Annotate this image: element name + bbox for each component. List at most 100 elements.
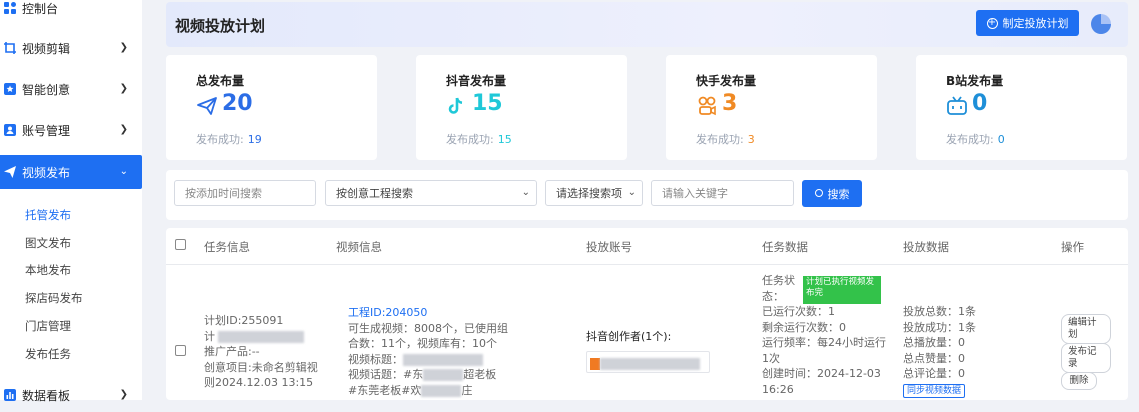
chevron-down-icon: ⌄ [627,187,636,198]
plan-name-prefix: 计 [204,329,215,343]
run-frequency-cont: 1次 [762,351,780,365]
video-topic-label: 视频话题：#东 [348,368,424,381]
stat-card-bilibili: B站发布量 0 发布成功: 0 [916,55,1127,160]
redacted-text [218,330,304,343]
sidebar-item-label: 智能创意 [22,82,71,97]
sidebar-item-label: 数据看板 [22,388,71,403]
sidebar: 控制台 视频剪辑 ❯ 智能创意 ❯ 账号管理 ❯ 视频发布 ⌄ 托管发布 图文发… [0,0,142,403]
account-chip[interactable] [586,350,710,373]
sync-video-data-button[interactable]: 同步视频数据 [903,383,966,398]
plus-circle-icon: + [986,16,998,29]
header-divider [166,264,1128,265]
created-time: 16:26 [762,382,794,396]
time-search-placeholder: 按添加时间搜索 [185,187,262,200]
video-lib-info: 合数：11个，视频库有：10个 [348,337,497,350]
sidebar-item-video-edit[interactable]: 视频剪辑 ❯ [0,31,142,65]
column-header: 投放账号 [586,240,632,254]
project-select-value: 按创意工程搜索 [336,187,413,200]
page-header: 视频投放计划 + 制定投放计划 [166,2,1128,47]
pie-chart-icon[interactable] [1091,14,1111,34]
redacted-text [403,353,483,366]
sidebar-sub-item-local-publish[interactable]: 本地发布 [25,262,71,278]
task-date: 则2024.12.03 13:15 [204,376,314,389]
kuaishou-icon [698,96,716,116]
chevron-right-icon: ❯ [119,42,128,53]
creative-icon [4,83,16,95]
delivery-success: 投放成功：1条 [903,320,976,334]
search-button[interactable]: 搜索 [802,180,862,207]
status-label-line: 任务状 [762,274,795,287]
stat-success: 发布成功: 19 [196,131,262,147]
sidebar-item-dashboard[interactable]: 数据看板 ❯ [0,378,142,412]
project-id-link[interactable]: 204050 [385,306,427,319]
stat-value: 15 [472,91,503,116]
creative-project: 创意项目:未命名剪辑视 [204,360,318,374]
video-topic-part: #东莞老板#欢 [348,383,422,397]
send-icon [4,166,16,178]
video-title: 视频标题： [348,352,513,368]
sidebar-item-video-publish[interactable]: 视频发布 ⌄ [0,155,142,189]
sidebar-sub-item-publish-tasks[interactable]: 发布任务 [25,346,71,362]
row-checkbox[interactable] [175,345,186,356]
total-comments: 总评论量：0 [903,367,965,380]
stat-success-label: 发布成功: [196,133,244,146]
grid-icon [4,2,16,14]
video-topic-tail: 超老板 [463,368,497,381]
column-header: 任务信息 [204,240,250,254]
stat-success-label: 发布成功: [946,133,994,146]
time-search-input[interactable]: 按添加时间搜索 [174,180,316,206]
sidebar-item-smart-creative[interactable]: 智能创意 ❯ [0,72,142,106]
task-status-label: 任务状 态： [762,273,795,304]
project-select[interactable]: 按创意工程搜索 ⌄ [325,180,537,206]
stat-success: 发布成功: 15 [446,131,512,147]
publish-records-button[interactable]: 发布记录 [1061,343,1111,373]
sidebar-item-console[interactable]: 控制台 [0,0,142,25]
stat-success-label: 发布成功: [446,133,494,146]
sidebar-sub-item-store-management[interactable]: 门店管理 [25,318,71,334]
redacted-text [423,369,464,381]
filter-bar: 按添加时间搜索 按创意工程搜索 ⌄ 请选择搜索项 ⌄ 请输入关键字 搜索 [166,170,1128,220]
sidebar-item-accounts[interactable]: 账号管理 ❯ [0,113,142,147]
create-plan-label: 制定投放计划 [1002,17,1069,30]
chevron-right-icon: ❯ [119,124,128,135]
avatar [590,357,600,370]
delete-button[interactable]: 删除 [1061,372,1097,390]
create-plan-button[interactable]: + 制定投放计划 [976,10,1079,36]
stat-value: 3 [722,91,738,116]
delivery-total: 投放总数：1条 [903,305,976,318]
column-header: 视频信息 [336,240,382,254]
stat-success-label: 发布成功: [696,133,744,146]
stat-value: 20 [222,91,253,116]
sidebar-sub-item-image-publish[interactable]: 图文发布 [25,235,71,251]
sidebar-sub-item-store-code-publish[interactable]: 探店码发布 [25,290,83,306]
user-card-icon [4,124,16,136]
stat-success: 发布成功: 3 [696,131,755,147]
keyword-placeholder: 请输入关键字 [662,187,728,200]
stat-card-kuaishou: 快手发布量 3 发布成功: 3 [666,55,877,160]
select-all-checkbox[interactable] [175,239,186,250]
column-header: 操作 [1061,240,1084,254]
stat-success: 发布成功: 0 [946,131,1005,147]
keyword-input[interactable]: 请输入关键字 [651,180,794,206]
column-header: 投放数据 [903,240,949,254]
sidebar-sub-item-managed-publish[interactable]: 托管发布 [25,207,71,223]
search-type-select[interactable]: 请选择搜索项 ⌄ [545,180,643,206]
plan-id: 计划ID:255091 [204,314,284,327]
project-id: 工程ID:204050 [348,305,513,321]
sidebar-item-label: 控制台 [22,1,59,16]
delivery-data-cell: 投放总数：1条 投放成功：1条 总播放量：0 总点赞量：0 总评论量：0 同步视… [903,304,1013,398]
search-button-label: 搜索 [827,187,850,201]
task-info-cell: 计划ID:255091 计 推广产品:-- 创意项目:未命名剪辑视 则2024.… [204,313,324,391]
stat-title: 总发布量 [196,74,245,88]
stat-success-value: 3 [747,133,755,146]
account-label: 抖音创作者(1个): [586,330,672,343]
chevron-down-icon: ⌄ [119,166,128,177]
edit-plan-button[interactable]: 编辑计划 [1061,314,1111,344]
video-topic-part: 庄 [461,383,473,397]
created-date: 创建时间：2024-12-03 [762,367,881,380]
run-frequency: 运行频率：每24小时运行 [762,336,886,349]
send-icon [197,97,217,115]
task-status: 任务状 态： 计划已执行视频发布完 [762,273,892,304]
sidebar-item-label: 视频发布 [22,165,71,180]
remain-count: 剩余运行次数：0 [762,320,846,334]
